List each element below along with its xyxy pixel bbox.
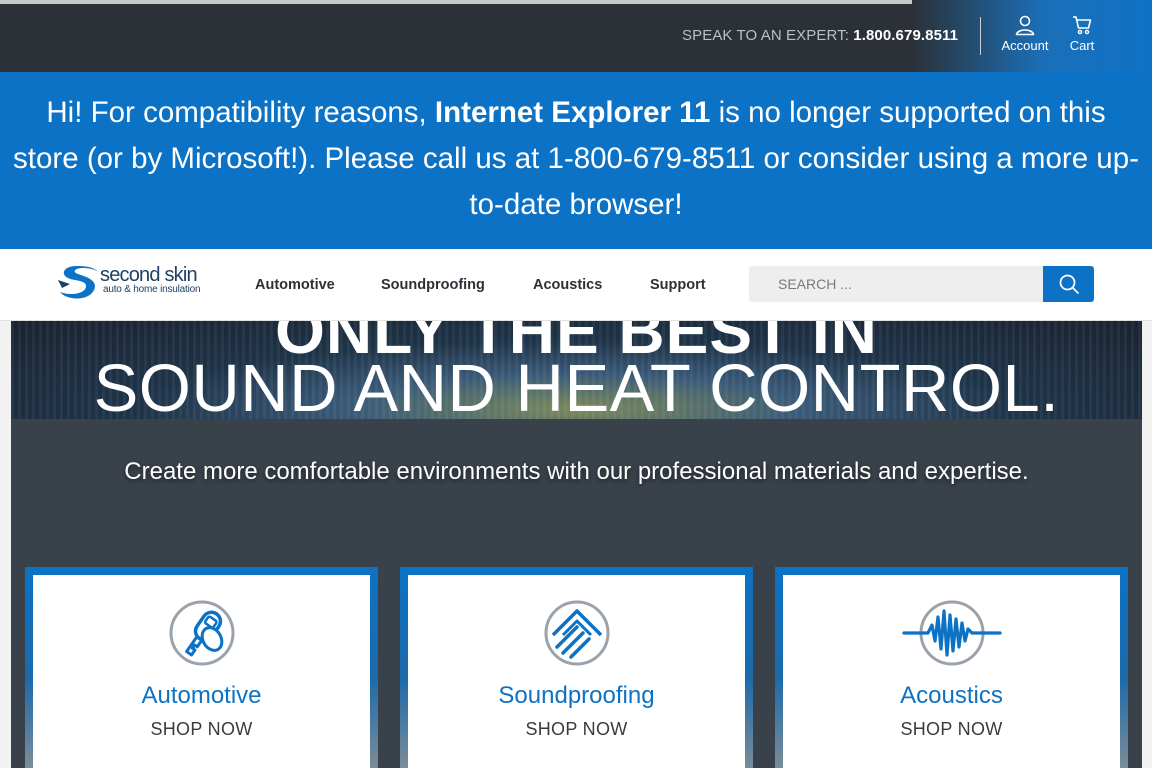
category-card-automotive[interactable]: Automotive SHOP NOW (25, 567, 378, 768)
nav-item-soundproofing[interactable]: Soundproofing (381, 277, 485, 293)
user-icon (1015, 15, 1035, 36)
sound-wave-icon (901, 600, 1002, 666)
cart-label: Cart (1069, 38, 1095, 53)
expert-phone-number[interactable]: 1.800.679.8511 (853, 27, 958, 44)
expert-label: SPEAK TO AN EXPERT: (682, 27, 854, 44)
category-card-soundproofing[interactable]: Soundproofing SHOP NOW (400, 567, 753, 768)
search-input[interactable] (749, 266, 1043, 302)
card-title[interactable]: Soundproofing (408, 682, 745, 710)
search-button[interactable] (1043, 266, 1094, 302)
hero-background-image: ONLY THE BEST IN SOUND AND HEAT CONTROL. (11, 321, 1142, 419)
car-key-icon (169, 600, 234, 666)
hero-headline-line2: SOUND AND HEAT CONTROL. (93, 351, 1060, 419)
hero-subtitle: Create more comfortable environments wit… (124, 458, 1029, 485)
account-link[interactable]: Account (998, 14, 1052, 53)
card-body: Acoustics SHOP NOW (783, 575, 1120, 768)
expert-phone-line[interactable]: SPEAK TO AN EXPERT: 1.800.679.8511 (682, 27, 958, 44)
topbar-divider (980, 17, 981, 55)
card-title[interactable]: Automotive (33, 682, 370, 710)
account-label: Account (1001, 38, 1049, 53)
logo-mark-icon (58, 266, 98, 299)
cart-icon (1073, 16, 1092, 35)
site-logo[interactable]: second skin auto & home insulation (56, 264, 216, 304)
search-icon (1059, 274, 1079, 294)
shop-now-link[interactable]: SHOP NOW (33, 719, 370, 740)
category-card-acoustics[interactable]: Acoustics SHOP NOW (775, 567, 1128, 768)
banner-text-part1: Hi! For compatibility reasons, (46, 96, 435, 129)
logo-tagline: auto & home insulation (103, 284, 201, 295)
nav-item-automotive[interactable]: Automotive (255, 277, 335, 293)
top-utility-bar: SPEAK TO AN EXPERT: 1.800.679.8511 Accou… (0, 0, 1152, 72)
cart-link[interactable]: Cart (1066, 14, 1098, 53)
card-title[interactable]: Acoustics (783, 682, 1120, 710)
roof-layers-icon (544, 600, 609, 666)
card-body: Soundproofing SHOP NOW (408, 575, 745, 768)
ie-compatibility-banner: Hi! For compatibility reasons, Internet … (0, 72, 1152, 249)
shop-now-link[interactable]: SHOP NOW (408, 719, 745, 740)
logo-name: second skin (100, 264, 198, 286)
page-load-progress-bar (0, 0, 972, 4)
shop-now-link[interactable]: SHOP NOW (783, 719, 1120, 740)
card-body: Automotive SHOP NOW (33, 575, 370, 768)
nav-item-support[interactable]: Support (650, 277, 706, 293)
nav-item-acoustics[interactable]: Acoustics (533, 277, 602, 293)
banner-highlight: Internet Explorer 11 (434, 96, 711, 129)
